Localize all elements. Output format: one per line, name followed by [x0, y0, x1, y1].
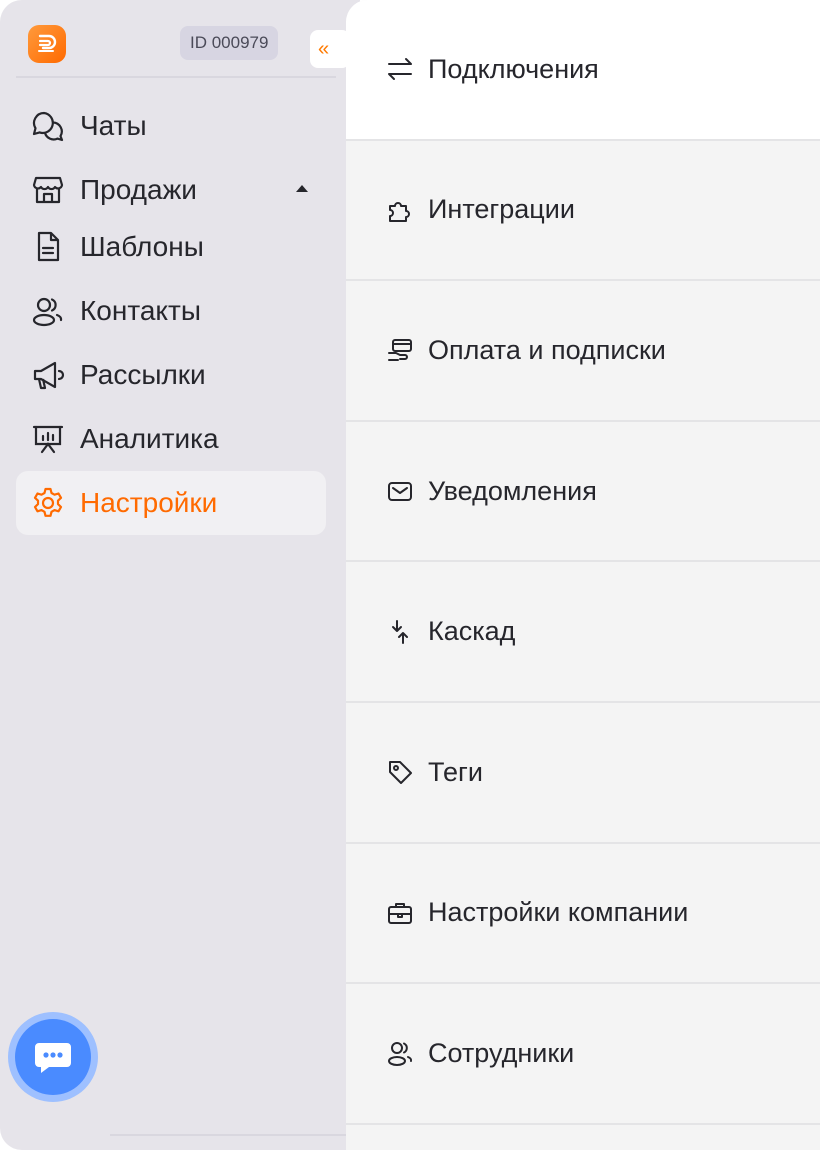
- chat-bubble-icon: [35, 1043, 71, 1073]
- settings-item-label: Подключения: [428, 53, 599, 84]
- sidebar-item-label: Настройки: [80, 487, 218, 518]
- sidebar-item-label: Контакты: [80, 295, 201, 326]
- sidebar-item-contacts[interactable]: Контакты: [16, 279, 326, 343]
- sidebar-item-chats[interactable]: Чаты: [16, 94, 326, 158]
- mail-icon: [384, 475, 416, 507]
- chat-button-inner: [15, 1019, 91, 1095]
- sidebar-item-sales[interactable]: Продажи: [16, 158, 326, 222]
- arrows-exchange-icon: [384, 53, 416, 85]
- store-icon: [30, 172, 66, 208]
- gear-icon: [30, 485, 66, 521]
- settings-item-payments[interactable]: Оплата и подписки: [346, 281, 820, 422]
- support-chat-button[interactable]: [8, 1012, 98, 1102]
- settings-item-notifications[interactable]: Уведомления: [346, 422, 820, 563]
- cascade-arrows-icon: [384, 616, 416, 648]
- settings-item-label: Уведомления: [428, 475, 597, 506]
- settings-item-integrations[interactable]: Интеграции: [346, 141, 820, 282]
- settings-item-connections[interactable]: Подключения: [346, 0, 820, 141]
- sidebar-item-settings[interactable]: Настройки: [16, 471, 326, 535]
- collapse-sidebar-button[interactable]: «: [310, 30, 350, 68]
- logo-icon: [38, 34, 57, 52]
- sidebar-item-label: Продажи: [80, 174, 197, 205]
- users-icon: [384, 1037, 416, 1069]
- sidebar-item-analytics[interactable]: Аналитика: [16, 407, 326, 471]
- document-icon: [30, 229, 66, 265]
- megaphone-icon: [30, 357, 66, 393]
- account-id-badge: ID 000979: [180, 26, 279, 60]
- settings-panel: Подключения Интеграции Оплата и подписки: [346, 0, 820, 1150]
- chevrons-left-icon: «: [318, 37, 330, 60]
- puzzle-icon: [384, 194, 416, 226]
- settings-item-employees[interactable]: Сотрудники: [346, 984, 820, 1125]
- sidebar-item-label: Шаблоны: [80, 231, 204, 262]
- settings-item-label: Теги: [428, 756, 483, 787]
- settings-item-tags[interactable]: Теги: [346, 703, 820, 844]
- settings-item-label: Каскад: [428, 616, 516, 647]
- caret-up-icon[interactable]: [296, 185, 308, 192]
- settings-item-label: Настройки компании: [428, 897, 689, 928]
- tag-icon: [384, 756, 416, 788]
- app-logo[interactable]: [28, 25, 66, 63]
- settings-item-cascade[interactable]: Каскад: [346, 562, 820, 703]
- sidebar-item-templates[interactable]: Шаблоны: [16, 215, 326, 279]
- chats-icon: [30, 108, 66, 144]
- sidebar: ID 000979 « Чаты Продажи Шаблоны Контакт…: [0, 0, 360, 1150]
- divider: [16, 76, 336, 78]
- settings-item-company[interactable]: Настройки компании: [346, 844, 820, 985]
- settings-item-label: Сотрудники: [428, 1037, 575, 1068]
- settings-item-label: Интеграции: [428, 194, 575, 225]
- payment-icon: [384, 334, 416, 366]
- briefcase-icon: [384, 897, 416, 929]
- sidebar-item-label: Рассылки: [80, 359, 206, 390]
- sidebar-item-label: Чаты: [80, 110, 147, 141]
- sidebar-item-label: Аналитика: [80, 423, 219, 454]
- settings-item-label: Оплата и подписки: [428, 334, 666, 365]
- sidebar-item-mailings[interactable]: Рассылки: [16, 343, 326, 407]
- users-icon: [30, 293, 66, 329]
- presentation-chart-icon: [30, 421, 66, 457]
- divider: [110, 1134, 360, 1136]
